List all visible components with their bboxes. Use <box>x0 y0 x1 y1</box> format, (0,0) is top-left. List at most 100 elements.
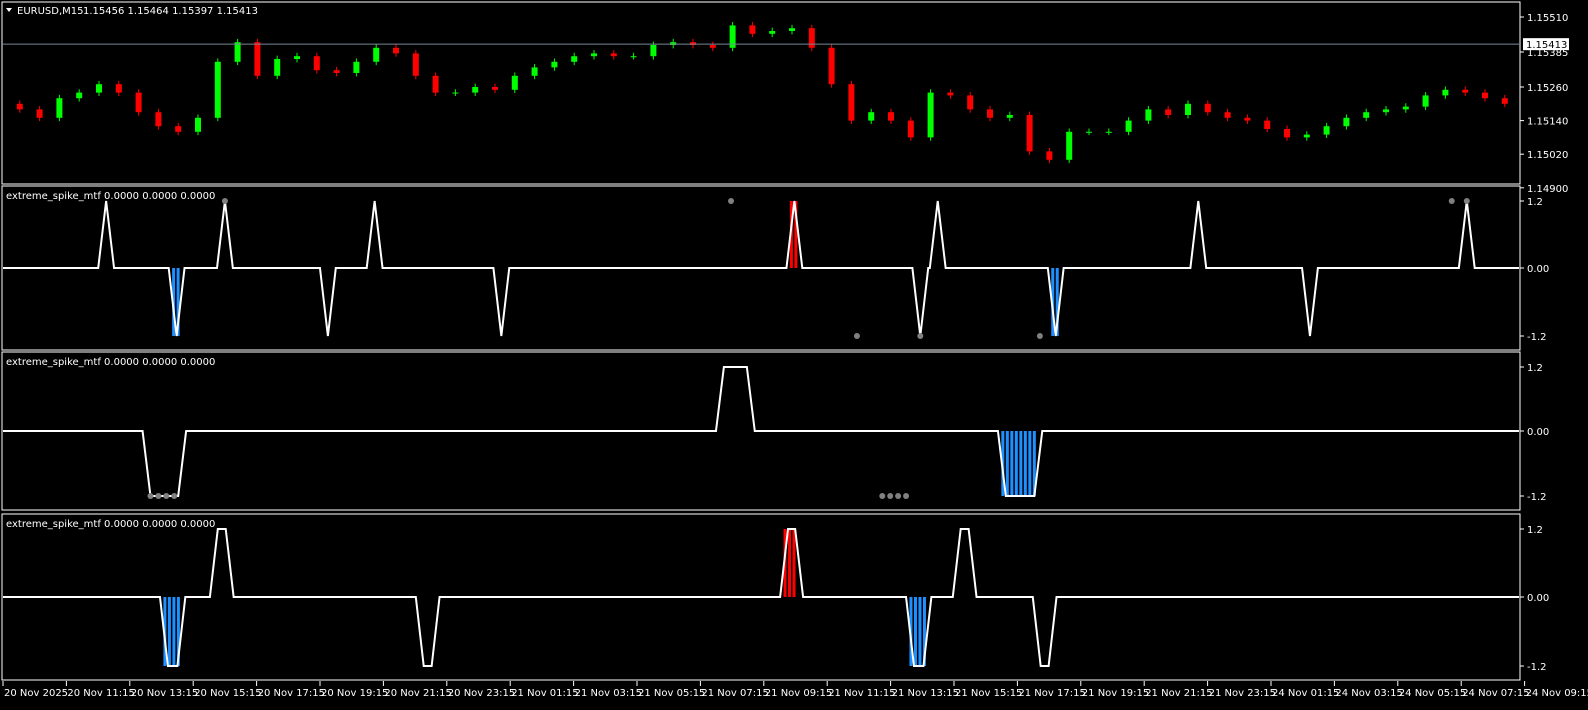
candle <box>1363 112 1370 118</box>
candle <box>452 92 459 94</box>
indicator-pane[interactable]: 1.2 0.00 -1.2 extreme_spike_mtf 0.0000 0.00… <box>1 185 1549 351</box>
level-label: 0.00 <box>1527 593 1549 604</box>
candle <box>610 53 617 57</box>
indicator-pane[interactable]: 1.2 0.00 -1.2 extreme_spike_mtf 0.0000 0.00… <box>1 351 1549 511</box>
candle <box>868 112 875 121</box>
signal-dot <box>879 493 886 499</box>
price-tick-label: 1.14900 <box>1527 184 1568 195</box>
candle <box>432 75 439 93</box>
time-label: 20 Nov 19:15 <box>321 688 388 699</box>
time-label: 24 Nov 01:15 <box>1272 688 1339 699</box>
price-tick-label: 1.15510 <box>1527 13 1568 24</box>
signal-dot <box>1448 198 1455 204</box>
candle <box>412 53 419 76</box>
candle <box>234 42 241 62</box>
candle <box>1046 151 1053 160</box>
ohlc-label: 1.15456 1.15464 1.15397 1.15413 <box>83 6 258 17</box>
trading-chart[interactable]: 1.155101.153851.152601.151401.150201.149… <box>0 0 1588 710</box>
candle <box>214 61 221 118</box>
candle <box>1125 120 1132 132</box>
indicator-title: extreme_spike_mtf 0.0000 0.0000 0.0000 <box>6 357 215 368</box>
candle <box>313 56 320 71</box>
time-label: 21 Nov 05:15 <box>638 688 705 699</box>
level-label: 1.2 <box>1527 363 1543 374</box>
candle <box>927 92 934 138</box>
candle <box>1026 115 1033 152</box>
candle <box>1165 109 1172 115</box>
indicator-pane[interactable]: 1.2 0.00 -1.2 extreme_spike_mtf 0.0000 0.00… <box>1 513 1549 681</box>
candle <box>1066 131 1073 160</box>
signal-dot <box>903 493 910 499</box>
candle <box>36 109 43 118</box>
candle <box>828 47 835 85</box>
triangle-down-icon[interactable] <box>6 8 12 12</box>
candle <box>492 87 498 90</box>
signal-dot <box>155 493 162 499</box>
candle <box>254 42 261 76</box>
current-price-label: 1.15413 <box>1526 40 1567 51</box>
time-label: 24 Nov 09:15 <box>1526 688 1588 699</box>
candle <box>1224 112 1231 118</box>
time-label: 21 Nov 11:15 <box>828 688 895 699</box>
candle <box>76 92 83 99</box>
time-label: 20 Nov 2025 <box>4 688 68 699</box>
time-label: 20 Nov 23:15 <box>448 688 515 699</box>
candle <box>16 103 23 110</box>
candle <box>1323 126 1330 135</box>
candle <box>571 56 578 62</box>
candle <box>808 28 815 48</box>
price-tick-label: 1.15260 <box>1527 83 1568 94</box>
time-label: 21 Nov 19:15 <box>1082 688 1149 699</box>
price-tick-label: 1.15020 <box>1527 150 1568 161</box>
candle <box>551 61 558 68</box>
candle <box>294 56 300 59</box>
candle <box>531 67 538 76</box>
candle <box>511 75 518 90</box>
candle <box>353 61 360 73</box>
time-label: 21 Nov 07:15 <box>701 688 768 699</box>
time-label: 21 Nov 23:15 <box>1209 688 1276 699</box>
signal-dot <box>147 493 154 499</box>
candle <box>135 92 142 113</box>
candle <box>115 84 122 93</box>
candle <box>1264 120 1271 129</box>
candle <box>907 120 914 138</box>
candle <box>274 59 281 76</box>
time-label: 24 Nov 07:15 <box>1462 688 1529 699</box>
candle <box>1343 117 1350 127</box>
candle <box>1442 89 1449 96</box>
price-pane-border <box>1 1 1521 185</box>
candle <box>1185 103 1191 115</box>
candle <box>1244 117 1251 121</box>
candle <box>1145 109 1152 121</box>
candle <box>1482 92 1488 99</box>
level-label: 1.2 <box>1527 525 1543 536</box>
time-label: 20 Nov 13:15 <box>131 688 198 699</box>
signal-dot <box>895 493 902 499</box>
candles <box>16 22 1508 164</box>
time-label: 20 Nov 17:15 <box>258 688 325 699</box>
level-label: -1.2 <box>1527 662 1547 673</box>
candle <box>630 56 637 58</box>
indicator-title: extreme_spike_mtf 0.0000 0.0000 0.0000 <box>6 519 215 530</box>
time-axis[interactable]: 20 Nov 2025 20 Nov 11:1520 Nov 13:1520 No… <box>2 681 1588 699</box>
time-label: 21 Nov 21:15 <box>1145 688 1212 699</box>
candle <box>947 92 954 96</box>
candle <box>987 109 993 118</box>
time-label: 21 Nov 09:15 <box>765 688 832 699</box>
level-label: -1.2 <box>1527 332 1547 343</box>
symbol-label: EURUSD,M15 <box>17 6 83 17</box>
candle <box>1462 89 1469 93</box>
signal-dot <box>917 333 924 339</box>
candle <box>1501 98 1508 104</box>
candle <box>333 70 340 73</box>
candle <box>650 45 657 57</box>
spike-line <box>3 200 1519 337</box>
price-pane[interactable]: 1.155101.153851.152601.151401.150201.149… <box>1 1 1569 195</box>
candle <box>96 84 102 93</box>
time-label: 24 Nov 05:15 <box>1399 688 1466 699</box>
level-label: 0.00 <box>1527 264 1549 275</box>
candle <box>967 95 974 110</box>
signal-dot <box>171 493 178 499</box>
indicator-title: extreme_spike_mtf 0.0000 0.0000 0.0000 <box>6 191 215 202</box>
